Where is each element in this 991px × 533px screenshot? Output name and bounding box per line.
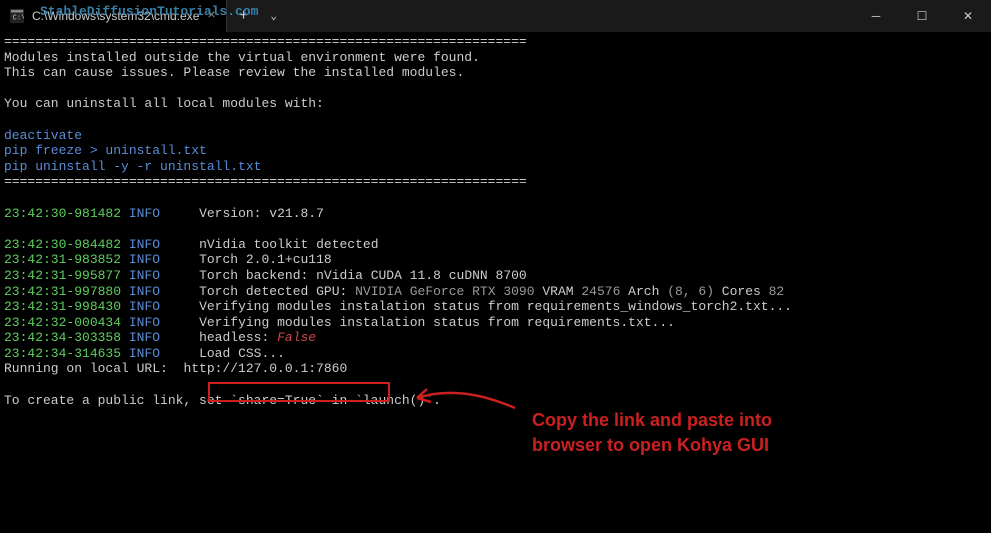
watermark: StableDiffusionTutorials.com [40, 4, 258, 19]
minimize-button[interactable]: ─ [853, 0, 899, 32]
tab-dropdown-icon[interactable]: ⌄ [260, 9, 287, 23]
divider-bottom: ========================================… [4, 174, 527, 189]
module-warning1: Modules installed outside the virtual en… [4, 50, 480, 65]
annotation-text: Copy the link and paste into browser to … [532, 408, 772, 458]
divider-top: ========================================… [4, 34, 527, 49]
cmd-icon: C:\ [10, 9, 24, 23]
uninstall-hint: You can uninstall all local modules with… [4, 96, 324, 111]
module-warning2: This can cause issues. Please review the… [4, 65, 464, 80]
window-controls: ─ ☐ ✕ [853, 0, 991, 32]
cmd-deactivate: deactivate [4, 128, 82, 143]
maximize-button[interactable]: ☐ [899, 0, 945, 32]
close-button[interactable]: ✕ [945, 0, 991, 32]
svg-text:C:\: C:\ [13, 15, 24, 23]
public-link-hint: To create a public link, set `share=True… [4, 393, 441, 408]
cmd-pip-freeze: pip freeze > uninstall.txt [4, 143, 207, 158]
terminal-output[interactable]: ========================================… [0, 32, 991, 410]
cmd-pip-uninstall: pip uninstall -y -r uninstall.txt [4, 159, 261, 174]
running-url-line: Running on local URL: http://127.0.0.1:7… [4, 361, 347, 376]
log-lines: 23:42:30-981482 INFO Version: v21.8.7 23… [4, 206, 987, 362]
